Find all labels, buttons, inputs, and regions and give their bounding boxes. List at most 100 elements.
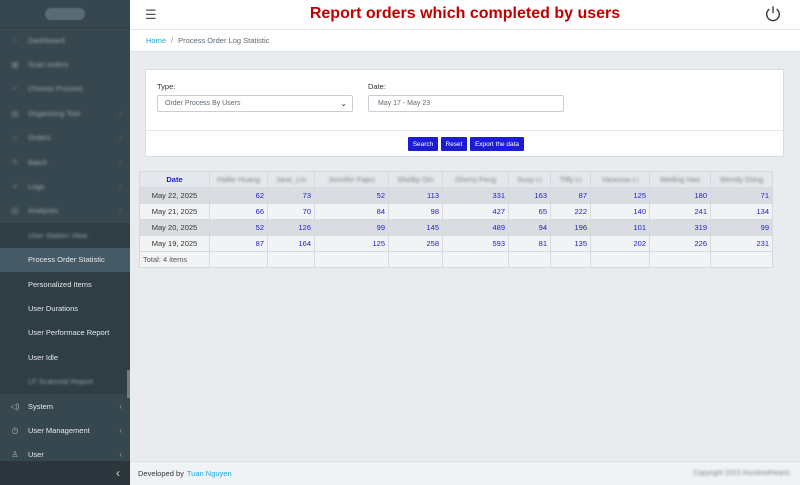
sidebar-item-system[interactable]: ◁) System ‹ [0, 394, 130, 418]
sidebar-item-organizing-tool[interactable]: ▤ Organizing Tool ‹ [0, 101, 130, 125]
sidebar-item-analyses[interactable]: ▥ Analyses ‹ [0, 199, 130, 223]
value-cell[interactable]: 489 [442, 219, 509, 236]
value-cell[interactable]: 113 [388, 187, 443, 204]
sidebar-item-label: User Performace Report [28, 328, 110, 338]
type-select[interactable]: Order Process By Users ⌄ [157, 95, 353, 112]
value-cell[interactable]: 52 [314, 187, 389, 204]
value-cell[interactable]: 99 [710, 219, 773, 236]
search-button[interactable]: Search [408, 137, 438, 151]
value-cell[interactable]: 84 [314, 203, 389, 220]
value-cell[interactable]: 125 [314, 235, 389, 252]
date-column-header[interactable]: Date [139, 171, 210, 188]
value-cell[interactable]: 231 [710, 235, 773, 252]
reset-button[interactable]: Reset [441, 137, 467, 151]
value-cell[interactable]: 52 [209, 219, 268, 236]
user-column-header[interactable]: Susy Li [508, 171, 551, 188]
value-cell[interactable]: 81 [508, 235, 551, 252]
table-row: May 21, 2025 66 70 84 98 427 65 222 140 241 134 [139, 203, 773, 220]
value-cell[interactable]: 65 [508, 203, 551, 220]
sidebar-item-dashboard[interactable]: ◔ Dashboard [0, 28, 130, 52]
sidebar-item-choose-process[interactable]: ✓ Choose Process [0, 77, 130, 101]
value-cell[interactable]: 331 [442, 187, 509, 204]
value-cell[interactable]: 70 [267, 203, 315, 220]
value-cell[interactable]: 73 [267, 187, 315, 204]
list-icon: ≡ [12, 182, 18, 192]
sidebar-item-label: User Management [28, 425, 90, 435]
user-column-header[interactable]: Wendy Dong [710, 171, 773, 188]
breadcrumb-home-link[interactable]: Home [146, 36, 166, 45]
breadcrumb-current: Process Order Log Statistic [178, 36, 270, 45]
value-cell[interactable]: 62 [209, 187, 268, 204]
sidebar-item-orders[interactable]: ⌂ Orders ‹ [0, 126, 130, 150]
user-column-header[interactable]: Shelby Din [388, 171, 443, 188]
value-cell[interactable]: 427 [442, 203, 509, 220]
sidebar-item-batch[interactable]: ✎ Batch ‹ [0, 150, 130, 174]
chevron-left-icon: ‹ [119, 108, 122, 118]
date-range-input[interactable]: May 17 - May 23 [368, 95, 564, 112]
power-icon[interactable] [764, 5, 782, 23]
sidebar-item-process-order-statistic[interactable]: Process Order Statistic [0, 247, 130, 272]
user-column-header[interactable]: Jennifer Fajes [314, 171, 389, 188]
sidebar-item-personalized-items[interactable]: Personalized Items [0, 272, 130, 296]
sidebar-item-user-management[interactable]: ◷ User Management ‹ [0, 418, 130, 442]
value-cell[interactable]: 319 [649, 219, 711, 236]
value-cell[interactable]: 196 [550, 219, 591, 236]
sidebar-item-label: Personalized Items [28, 279, 92, 289]
value-cell[interactable]: 226 [649, 235, 711, 252]
footer-author-link[interactable]: Tuan Nguyen [187, 469, 232, 478]
value-cell[interactable]: 126 [267, 219, 315, 236]
sidebar-item-label: Scan orders [28, 60, 69, 70]
value-cell[interactable]: 99 [314, 219, 389, 236]
value-cell[interactable]: 163 [508, 187, 551, 204]
value-cell[interactable]: 145 [388, 219, 443, 236]
sidebar-item-user-durations[interactable]: User Durations [0, 296, 130, 320]
value-cell[interactable]: 66 [209, 203, 268, 220]
user-column-header-label: Jane_Lin [275, 175, 307, 184]
value-cell[interactable]: 593 [442, 235, 509, 252]
user-column-header[interactable]: Weiling Hao [649, 171, 711, 188]
sidebar-collapse-button[interactable]: ‹ [0, 461, 130, 485]
sidebar-item-scan-orders[interactable]: ▦ Scan orders [0, 52, 130, 76]
brand[interactable] [0, 0, 130, 28]
value-cell[interactable]: 125 [590, 187, 650, 204]
value-cell[interactable]: 180 [649, 187, 711, 204]
sidebar-item-user-idle[interactable]: User Idle [0, 345, 130, 369]
value-cell[interactable]: 87 [550, 187, 591, 204]
sidebar-item-label: User Durations [28, 303, 79, 313]
chevron-left-icon: ‹ [119, 425, 122, 435]
sidebar-item-logs[interactable]: ≡ Logs ‹ [0, 174, 130, 198]
user-column-header[interactable]: Jane_Lin [267, 171, 315, 188]
value-cell[interactable]: 101 [590, 219, 650, 236]
user-column-header-label: Wendy Dong [719, 175, 764, 184]
user-column-header[interactable]: Tiffy Li [550, 171, 591, 188]
sidebar-item-label: User Station View [28, 230, 88, 240]
value-cell[interactable]: 140 [590, 203, 650, 220]
value-cell[interactable]: 135 [550, 235, 591, 252]
table-row: May 19, 2025 87 164 125 258 593 81 135 202 226 231 [139, 235, 773, 252]
user-column-header[interactable]: Hallie Huang [209, 171, 268, 188]
value-cell[interactable]: 222 [550, 203, 591, 220]
user-column-header[interactable]: Vanessa Li [590, 171, 650, 188]
value-cell[interactable]: 98 [388, 203, 443, 220]
value-cell[interactable]: 202 [590, 235, 650, 252]
total-empty-cell [388, 251, 443, 268]
date-cell: May 19, 2025 [139, 235, 210, 252]
sidebar-subnav-analyses: User Station View Process Order Statistic… [0, 223, 130, 394]
value-cell[interactable]: 164 [267, 235, 315, 252]
value-cell[interactable]: 71 [710, 187, 773, 204]
value-cell[interactable]: 94 [508, 219, 551, 236]
sidebar-item-lf-scanned-report[interactable]: LF Scanned Report [0, 369, 130, 393]
user-column-header[interactable]: Sherry Feng [442, 171, 509, 188]
volume-icon: ◁) [10, 401, 20, 411]
sidebar-item-user-station-view[interactable]: User Station View [0, 223, 130, 247]
value-cell[interactable]: 87 [209, 235, 268, 252]
date-label: Date: [368, 82, 386, 91]
sidebar-item-user-performace-report[interactable]: User Performace Report [0, 321, 130, 345]
value-cell[interactable]: 258 [388, 235, 443, 252]
breadcrumb: Home / Process Order Log Statistic [130, 30, 800, 52]
export-button[interactable]: Export the data [470, 137, 524, 151]
sidebar-item-label: Batch [28, 157, 48, 167]
value-cell[interactable]: 241 [649, 203, 711, 220]
value-cell[interactable]: 134 [710, 203, 773, 220]
card-divider [146, 130, 783, 131]
